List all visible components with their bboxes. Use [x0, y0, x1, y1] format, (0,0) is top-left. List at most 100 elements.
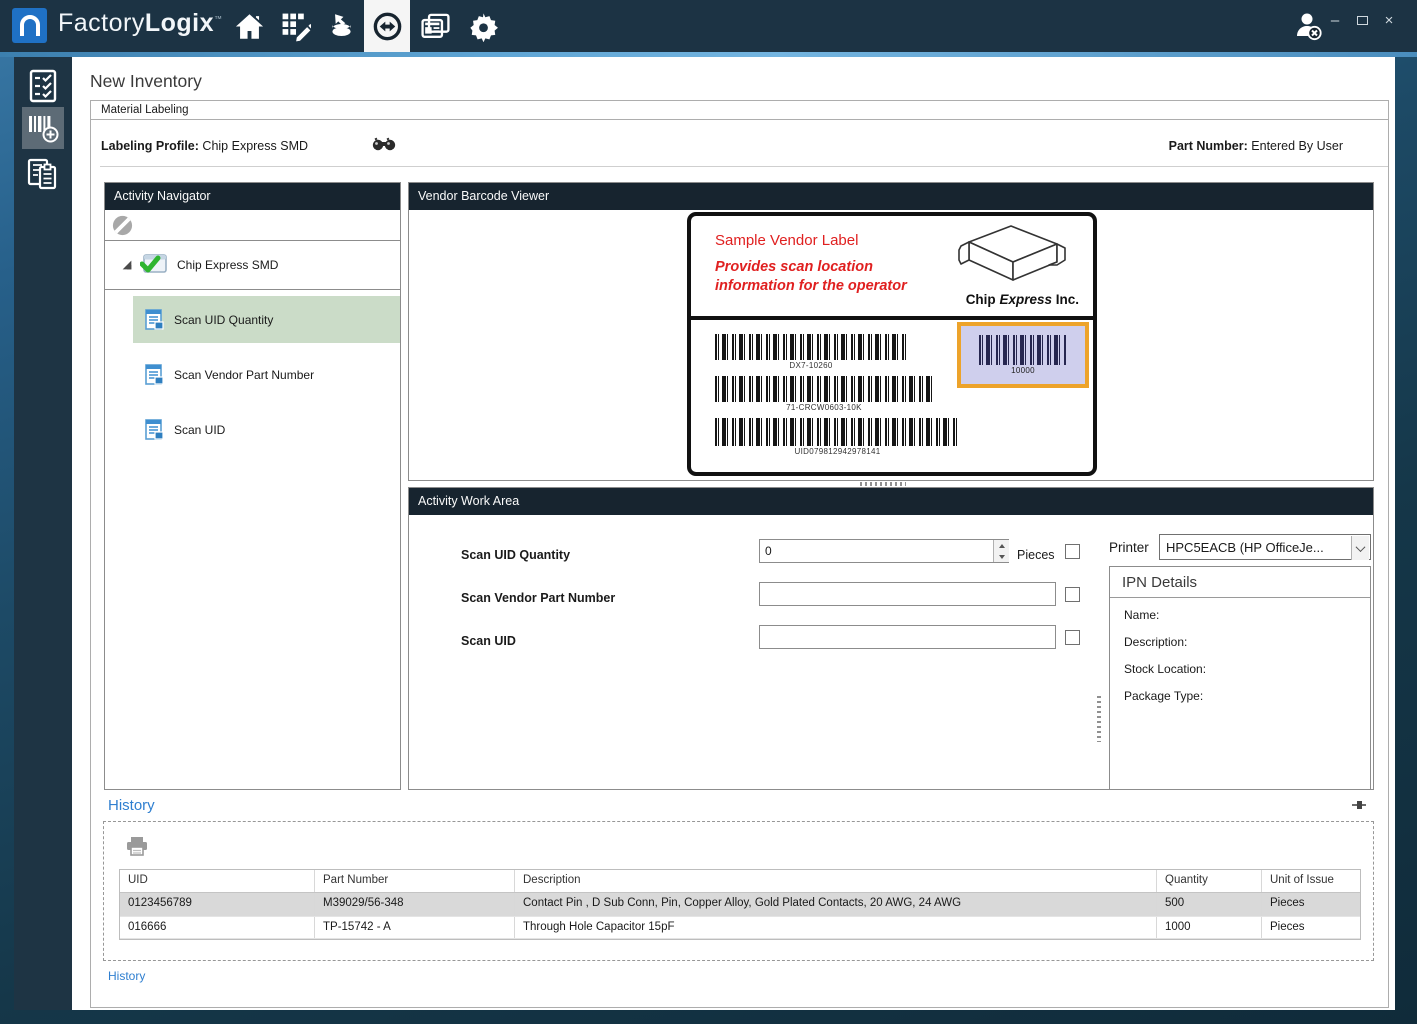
minimize-icon: – — [1331, 12, 1339, 29]
trademark: ™ — [214, 15, 223, 24]
barcode-caption: 71-CRCW0603-10K — [715, 403, 933, 412]
barcode-image — [715, 418, 960, 446]
tree-item-scan-uid-quantity[interactable]: Scan UID Quantity — [133, 296, 400, 343]
sidebar-item-checklist[interactable] — [22, 65, 64, 107]
history-table-header: UID Part Number Description Quantity Uni… — [120, 870, 1360, 893]
profile-check-icon — [140, 253, 168, 277]
ipn-details-title: IPN Details — [1110, 567, 1370, 598]
labeling-profile-value: Chip Express SMD — [202, 139, 308, 153]
barcode-caption: 10000 — [961, 366, 1085, 375]
scan-uid-quantity-checkbox[interactable] — [1065, 544, 1080, 559]
part-number-label: Part Number: — [1169, 139, 1248, 153]
combo-dropdown-button[interactable] — [1351, 536, 1369, 560]
barcode-uid: UID079812942978141 — [715, 418, 960, 456]
vendor-label-top-section: Sample Vendor Label Provides scan locati… — [691, 216, 1093, 320]
activity-work-area-header: Activity Work Area — [409, 488, 1373, 515]
reports-nav-button[interactable] — [412, 0, 458, 52]
cancel-activity-icon[interactable] — [111, 214, 134, 237]
settings-nav-button[interactable] — [460, 0, 506, 52]
minimize-button[interactable]: – — [1322, 0, 1348, 40]
cell-uid: 0123456789 — [120, 893, 315, 916]
printer-select-value: HPC5EACB (HP OfficeJe... — [1166, 540, 1324, 555]
history-section-title: History — [108, 797, 155, 814]
column-header-uid[interactable]: UID — [120, 870, 315, 892]
copy-clipboard-icon — [26, 157, 60, 191]
tree-node-chip-express-smd[interactable]: Chip Express SMD — [105, 241, 400, 290]
material-transfer-nav-button-active[interactable] — [364, 0, 410, 52]
history-table-row[interactable]: 0123456789 M39029/56-348 Contact Pin , D… — [120, 893, 1360, 916]
spinner-up-button[interactable] — [994, 540, 1009, 551]
pin-history-button[interactable] — [1352, 799, 1366, 814]
highlighted-scan-location: 10000 — [957, 322, 1089, 388]
user-logout-icon — [1293, 10, 1325, 42]
transfer-arrows-icon — [372, 11, 403, 42]
barcode-part: DX7-10260 — [715, 334, 907, 370]
chevron-down-icon — [999, 555, 1005, 559]
sidebar-item-new-inventory[interactable] — [22, 107, 64, 149]
labeling-profile-label: Labeling Profile: — [101, 139, 199, 153]
spinner-down-button[interactable] — [994, 551, 1009, 562]
history-link[interactable]: History — [108, 969, 145, 983]
cell-quantity: 500 — [1157, 893, 1262, 916]
cell-unit-of-issue: Pieces — [1262, 917, 1360, 938]
logout-user-button[interactable] — [1293, 10, 1325, 45]
scan-vendor-part-number-combo[interactable] — [759, 582, 1056, 606]
part-number-row: Part Number: Entered By User — [1169, 139, 1343, 153]
vendor-label-subheading: Provides scan location information for t… — [715, 258, 907, 296]
scan-uid-quantity-input[interactable]: 0 — [759, 539, 1009, 563]
vertical-splitter[interactable] — [1097, 696, 1101, 742]
vendor-label-heading: Sample Vendor Label — [715, 232, 858, 249]
tree-expander-icon[interactable] — [123, 261, 132, 270]
horizontal-splitter[interactable] — [860, 482, 906, 486]
printer-select[interactable]: HPC5EACB (HP OfficeJe... — [1159, 534, 1371, 560]
vendor-company-name: Chip Express Inc. — [966, 292, 1079, 307]
cell-uid: 016666 — [120, 917, 315, 938]
barcode-caption: UID079812942978141 — [715, 447, 960, 456]
cell-description: Through Hole Capacitor 15pF — [515, 917, 1157, 938]
gear-icon — [468, 11, 499, 42]
printer-icon — [126, 836, 148, 856]
tab-material-labeling[interactable]: Material Labeling — [91, 101, 1388, 120]
column-header-quantity[interactable]: Quantity — [1157, 870, 1262, 892]
scan-uid-checkbox[interactable] — [1065, 630, 1080, 645]
column-header-unit-of-issue[interactable]: Unit of Issue — [1262, 870, 1360, 892]
scan-vendor-part-number-label: Scan Vendor Part Number — [461, 591, 615, 605]
search-profile-button[interactable] — [372, 137, 396, 154]
column-header-description[interactable]: Description — [515, 870, 1157, 892]
ipn-stock-location-label: Stock Location: — [1110, 652, 1370, 679]
sample-vendor-label: Sample Vendor Label Provides scan locati… — [687, 212, 1097, 476]
activity-work-area-panel: Activity Work Area Scan UID Quantity 0 P… — [408, 487, 1374, 790]
scan-uid-input[interactable] — [759, 625, 1056, 649]
ipn-description-label: Description: — [1110, 625, 1370, 652]
tree-item-scan-vendor-part-number[interactable]: Scan Vendor Part Number — [133, 351, 400, 398]
quantity-spinner[interactable] — [993, 540, 1009, 562]
print-history-button[interactable] — [126, 836, 148, 859]
activity-navigator-toolbar — [105, 210, 400, 241]
tree-node-label: Chip Express SMD — [177, 258, 278, 272]
column-header-part-number[interactable]: Part Number — [315, 870, 515, 892]
close-icon: × — [1385, 12, 1394, 29]
checklist-icon — [27, 69, 59, 103]
pieces-unit-label: Pieces — [1017, 548, 1055, 562]
chevron-down-icon — [1356, 542, 1366, 552]
barcode-add-icon — [26, 112, 60, 144]
close-button[interactable]: × — [1376, 0, 1402, 40]
activity-navigator-header: Activity Navigator — [105, 183, 400, 210]
design-nav-button[interactable] — [272, 0, 318, 52]
scan-vendor-part-number-checkbox[interactable] — [1065, 587, 1080, 602]
history-panel: UID Part Number Description Quantity Uni… — [103, 821, 1374, 961]
barcode-quantity-image — [979, 335, 1067, 365]
database-import-icon — [326, 11, 357, 42]
vendor-label-barcode-section: DX7-10260 71-CRCW0603-10K UID07981294297… — [691, 320, 1093, 472]
history-table-row[interactable]: 016666 TP-15742 - A Through Hole Capacit… — [120, 916, 1360, 939]
page-title: New Inventory — [90, 71, 202, 92]
scan-uid-label: Scan UID — [461, 634, 516, 648]
receiving-nav-button[interactable] — [318, 0, 364, 52]
pin-icon — [1352, 799, 1366, 811]
sidebar-item-documents[interactable] — [22, 153, 64, 195]
tree-item-scan-uid[interactable]: Scan UID — [133, 406, 400, 453]
titlebar: FactoryLogix™ — [0, 0, 1417, 52]
home-nav-button[interactable] — [226, 0, 272, 52]
vendor-barcode-viewer-panel: Vendor Barcode Viewer Sample Vendor Labe… — [408, 182, 1374, 481]
maximize-button[interactable] — [1349, 0, 1375, 40]
